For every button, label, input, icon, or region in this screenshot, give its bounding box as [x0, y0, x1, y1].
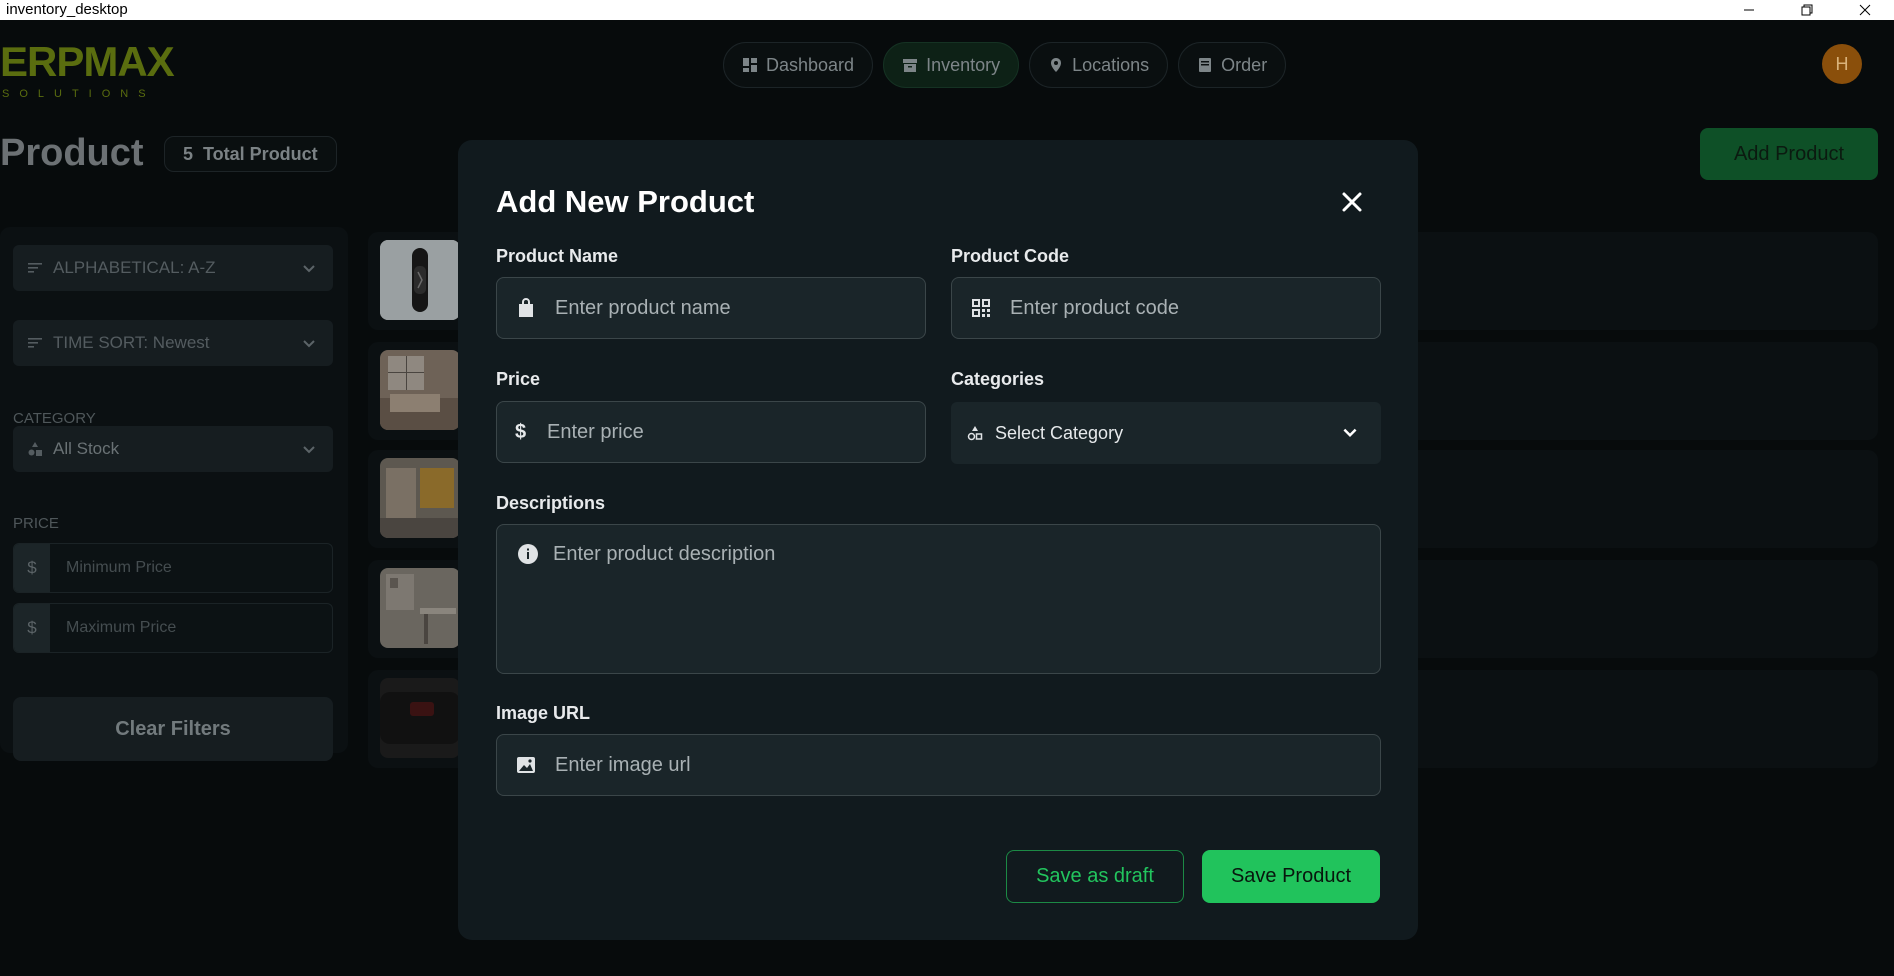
chevron-down-icon — [303, 446, 315, 454]
logo: ERPMAX SOLUTIONS — [0, 38, 175, 100]
info-icon — [518, 544, 538, 564]
product-thumbnail-bedroom — [380, 350, 460, 430]
product-thumbnail-speaker — [380, 678, 460, 758]
minimum-price-input[interactable]: $ Minimum Price — [13, 543, 333, 593]
image-icon — [517, 757, 535, 773]
minimize-icon — [1744, 9, 1754, 11]
product-thumbnail-furniture — [380, 458, 460, 538]
save-product-button[interactable]: Save Product — [1202, 850, 1380, 903]
window-title: inventory_desktop — [6, 1, 128, 18]
product-thumbnail-watch — [380, 240, 460, 320]
categories-select[interactable]: Select Category — [951, 402, 1381, 464]
price-placeholder: Enter price — [547, 420, 644, 443]
product-name-placeholder: Enter product name — [555, 296, 731, 319]
close-icon — [1859, 4, 1871, 16]
total-product-count: 5 — [183, 143, 194, 164]
time-sort-value: TIME SORT: Newest — [53, 333, 210, 352]
price-label: PRICE — [13, 515, 59, 532]
time-sort-select[interactable]: TIME SORT: Newest — [13, 320, 333, 366]
maximum-price-placeholder: Maximum Price — [66, 619, 177, 636]
order-icon — [1199, 58, 1212, 72]
speaker-image — [380, 678, 460, 758]
image-url-label: Image URL — [496, 703, 591, 723]
filter-sidebar: ALPHABETICAL: A-Z TIME SORT: Newest CATE… — [0, 227, 348, 761]
category-select[interactable]: All Stock — [13, 426, 333, 472]
avatar[interactable]: H — [1822, 44, 1862, 84]
add-product-button[interactable]: Add Product — [1700, 128, 1878, 180]
modal-title: Add New Product — [496, 184, 755, 219]
product-name-input[interactable]: Enter product name — [496, 277, 926, 339]
restore-icon — [1801, 4, 1813, 16]
product-thumbnail-desk — [380, 568, 460, 648]
save-as-draft-button[interactable]: Save as draft — [1006, 850, 1184, 903]
window-titlebar: inventory_desktop — [0, 0, 1894, 20]
product-code-label: Product Code — [951, 246, 1070, 266]
page-title: Product — [0, 132, 144, 174]
nav-inventory-label: Inventory — [926, 54, 1001, 75]
dollar-icon: $ — [515, 420, 527, 443]
archive-icon — [903, 59, 918, 72]
image-url-placeholder: Enter image url — [555, 753, 691, 776]
product-code-placeholder: Enter product code — [1010, 296, 1179, 319]
price-label: Price — [496, 369, 541, 389]
alphabetical-sort-value: ALPHABETICAL: A-Z — [53, 258, 216, 277]
price-input[interactable]: $ Enter price — [496, 401, 926, 463]
main-nav: Dashboard Inventory Locations Order — [723, 42, 1287, 88]
desk-image — [380, 568, 460, 648]
categories-value: Select Category — [995, 422, 1124, 443]
furniture-image — [380, 458, 460, 538]
chevron-down-icon — [303, 340, 315, 348]
minimize-button[interactable] — [1720, 0, 1778, 20]
sort-icon — [28, 338, 42, 348]
close-icon — [1342, 192, 1362, 212]
category-value: All Stock — [53, 439, 120, 458]
add-product-modal: Add New Product Product Name Enter produ… — [458, 140, 1418, 940]
logo-text: ERPMAX — [0, 38, 175, 85]
image-url-input[interactable]: Enter image url — [496, 734, 1381, 796]
shopping-bag-icon — [519, 298, 533, 317]
nav-order[interactable]: Order — [1178, 42, 1287, 88]
nav-dashboard-label: Dashboard — [766, 54, 855, 75]
descriptions-textarea[interactable]: Enter product description — [496, 524, 1381, 674]
nav-locations[interactable]: Locations — [1029, 42, 1169, 88]
chevron-down-icon — [303, 265, 315, 273]
alphabetical-sort-select[interactable]: ALPHABETICAL: A-Z — [13, 245, 333, 291]
chevron-down-icon — [1343, 428, 1357, 438]
dashboard-icon — [743, 58, 757, 72]
currency-symbol: $ — [14, 604, 50, 652]
nav-inventory[interactable]: Inventory — [883, 42, 1020, 88]
nav-dashboard[interactable]: Dashboard — [723, 42, 874, 88]
close-modal-button[interactable] — [1338, 188, 1366, 216]
product-code-input[interactable]: Enter product code — [951, 277, 1381, 339]
category-label: CATEGORY — [13, 410, 96, 427]
descriptions-placeholder: Enter product description — [553, 543, 776, 565]
total-product-label: Total Product — [203, 143, 318, 164]
app-background: ERPMAX SOLUTIONS Dashboard Inventory Loc… — [0, 20, 1894, 976]
maximum-price-input[interactable]: $ Maximum Price — [13, 603, 333, 653]
qr-code-icon — [972, 299, 990, 317]
nav-locations-label: Locations — [1072, 54, 1150, 75]
categories-label: Categories — [951, 369, 1045, 389]
descriptions-label: Descriptions — [496, 493, 606, 513]
minimum-price-placeholder: Minimum Price — [66, 559, 172, 576]
product-name-label: Product Name — [496, 246, 619, 266]
watch-image — [380, 240, 460, 320]
location-pin-icon — [1051, 58, 1062, 72]
nav-order-label: Order — [1221, 54, 1268, 75]
bedroom-image — [380, 350, 460, 430]
category-icon — [28, 442, 42, 456]
total-product-badge: 5 Total Product — [164, 136, 337, 172]
category-icon — [967, 426, 983, 441]
clear-filters-button[interactable]: Clear Filters — [13, 697, 333, 761]
close-window-button[interactable] — [1836, 0, 1894, 20]
logo-subtext: SOLUTIONS — [2, 88, 156, 100]
currency-symbol: $ — [14, 544, 50, 592]
sort-icon — [28, 263, 42, 273]
restore-button[interactable] — [1778, 0, 1836, 20]
